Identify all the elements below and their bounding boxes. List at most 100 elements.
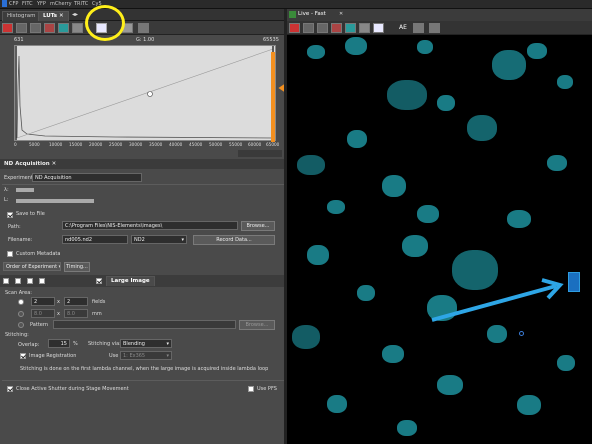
x-tick: 40000 <box>169 142 183 147</box>
image-registration-checkbox[interactable] <box>20 353 26 359</box>
nucleus <box>382 345 404 363</box>
pattern-label: Pattern <box>30 322 48 328</box>
fields-x-input[interactable]: 2 <box>31 297 55 306</box>
lut-x-axis: 0 5000 10000 15000 20000 25000 30000 350… <box>14 142 279 149</box>
tab-histogram[interactable]: Histogram <box>2 11 41 21</box>
fields-y-input[interactable]: 2 <box>64 297 88 306</box>
close-shutter-label: Close Active Shutter during Stage Moveme… <box>16 386 129 392</box>
settings-icon[interactable] <box>413 23 424 33</box>
timing-button[interactable]: Timing... <box>64 262 90 272</box>
lut-toolbar <box>0 21 286 35</box>
curve-icon[interactable] <box>317 23 328 33</box>
x-tick: 55000 <box>229 142 243 147</box>
nucleus <box>382 175 406 197</box>
tab-large-image[interactable]: Large Image <box>106 276 155 286</box>
l-bar <box>16 199 94 203</box>
mm-y-input[interactable]: 8.0 <box>64 309 88 318</box>
fields-radio[interactable] <box>18 299 24 305</box>
nucleus <box>357 285 375 301</box>
nucleus <box>345 37 367 55</box>
reset-icon[interactable] <box>303 23 314 33</box>
nucleus <box>387 80 427 110</box>
nucleus <box>547 155 567 171</box>
tab-luts[interactable]: LUTs ✕ <box>38 11 69 21</box>
zoom-controls[interactable] <box>238 150 282 157</box>
menu-item-cfp[interactable]: CFP <box>9 1 18 7</box>
lut-off-icon[interactable] <box>331 23 342 33</box>
order-of-experiment-button[interactable]: Order of Experiment ▾ <box>3 262 61 271</box>
xy-checkbox[interactable] <box>15 278 21 284</box>
experiment-field[interactable]: ND Acquisition <box>32 173 142 182</box>
x-tick: 5000 <box>29 142 40 147</box>
order-label: Order of Experiment <box>6 264 58 270</box>
grayscale-icon[interactable] <box>72 23 83 33</box>
percent-unit: % <box>73 341 78 347</box>
nucleus <box>487 325 507 343</box>
record-data-button[interactable]: Record Data... <box>193 235 275 245</box>
nucleus <box>517 395 541 415</box>
menu-item-tritc[interactable]: TRITC <box>74 1 88 7</box>
lut-off-icon[interactable] <box>44 23 55 33</box>
stitching-note: Stitching is done on the first lambda ch… <box>20 366 269 372</box>
scan-area-label: Scan Area: <box>5 290 32 296</box>
path-field[interactable]: C:\Program Files\NIS-Elements\images\ <box>62 221 238 230</box>
use-pfs-checkbox[interactable] <box>248 386 254 392</box>
zoom-icon[interactable] <box>429 23 440 33</box>
settings-icon[interactable] <box>138 23 149 33</box>
live-titlebar: Live - Fast ✕ <box>287 9 592 21</box>
filename-label: Filename: <box>8 237 33 243</box>
lut-min-value: 631 <box>14 37 24 43</box>
app-icon <box>2 0 7 7</box>
close-shutter-checkbox[interactable] <box>7 386 13 392</box>
live-icon <box>289 11 296 18</box>
pattern-field[interactable] <box>53 320 236 329</box>
tab-scroll-icon[interactable]: ◂▸ <box>72 11 78 18</box>
browse-button[interactable]: Browse... <box>241 221 275 231</box>
menu-item-mcherry[interactable]: mCherry <box>50 1 72 7</box>
close-icon[interactable]: ✕ <box>339 11 343 17</box>
selected-tile-marker[interactable] <box>568 272 580 292</box>
pattern-browse-button[interactable]: Browse... <box>239 320 275 330</box>
overlap-input[interactable]: 15 <box>48 339 70 348</box>
channel-color-icon[interactable] <box>58 23 69 33</box>
fields-unit: fields <box>92 299 106 305</box>
lut-mode-icon[interactable] <box>373 23 384 33</box>
lut-histogram[interactable] <box>14 45 276 141</box>
auto-exposure-button[interactable]: AE <box>399 24 407 31</box>
auto-scale-icon[interactable] <box>2 23 13 33</box>
mm-radio[interactable] <box>18 311 24 317</box>
mm-x-input[interactable]: 8.0 <box>31 309 55 318</box>
grayscale-icon[interactable] <box>359 23 370 33</box>
reset-icon[interactable] <box>16 23 27 33</box>
lambda-label: λ: <box>4 187 9 193</box>
registration-channel-select[interactable]: 1: Ex365 ▾ <box>120 351 172 360</box>
format-select[interactable]: ND2 ▾ <box>131 235 187 244</box>
stitching-via-select[interactable]: Blending ▾ <box>120 339 172 348</box>
use-label: Use <box>109 353 119 359</box>
menu-item-fitc[interactable]: FITC <box>22 1 33 7</box>
time-checkbox[interactable] <box>3 278 9 284</box>
x-tick: 60000 <box>248 142 262 147</box>
gamma-handle[interactable] <box>147 91 153 97</box>
large-image-checkbox[interactable] <box>96 278 102 284</box>
filename-field[interactable]: nd005.nd2 <box>62 235 128 244</box>
chevron-down-icon: ▾ <box>166 353 169 359</box>
menu-item-yfp[interactable]: YFP <box>37 1 46 7</box>
path-label: Path: <box>8 224 21 230</box>
lambda-checkbox[interactable] <box>39 278 45 284</box>
pattern-radio[interactable] <box>18 322 24 328</box>
nucleus <box>527 43 547 59</box>
live-image-view[interactable] <box>287 35 592 444</box>
auto-scale-icon[interactable] <box>289 23 300 33</box>
lut-max-value: 65535 <box>263 37 279 43</box>
curve-icon[interactable] <box>30 23 41 33</box>
nucleus <box>557 355 575 371</box>
nucleus <box>417 205 439 223</box>
save-to-file-checkbox[interactable] <box>7 212 13 218</box>
z-checkbox[interactable] <box>27 278 33 284</box>
nucleus <box>307 45 325 59</box>
custom-metadata-checkbox[interactable] <box>7 251 13 257</box>
channel-color-icon[interactable] <box>345 23 356 33</box>
nucleus <box>297 155 325 175</box>
x-tick: 0 <box>14 142 17 147</box>
